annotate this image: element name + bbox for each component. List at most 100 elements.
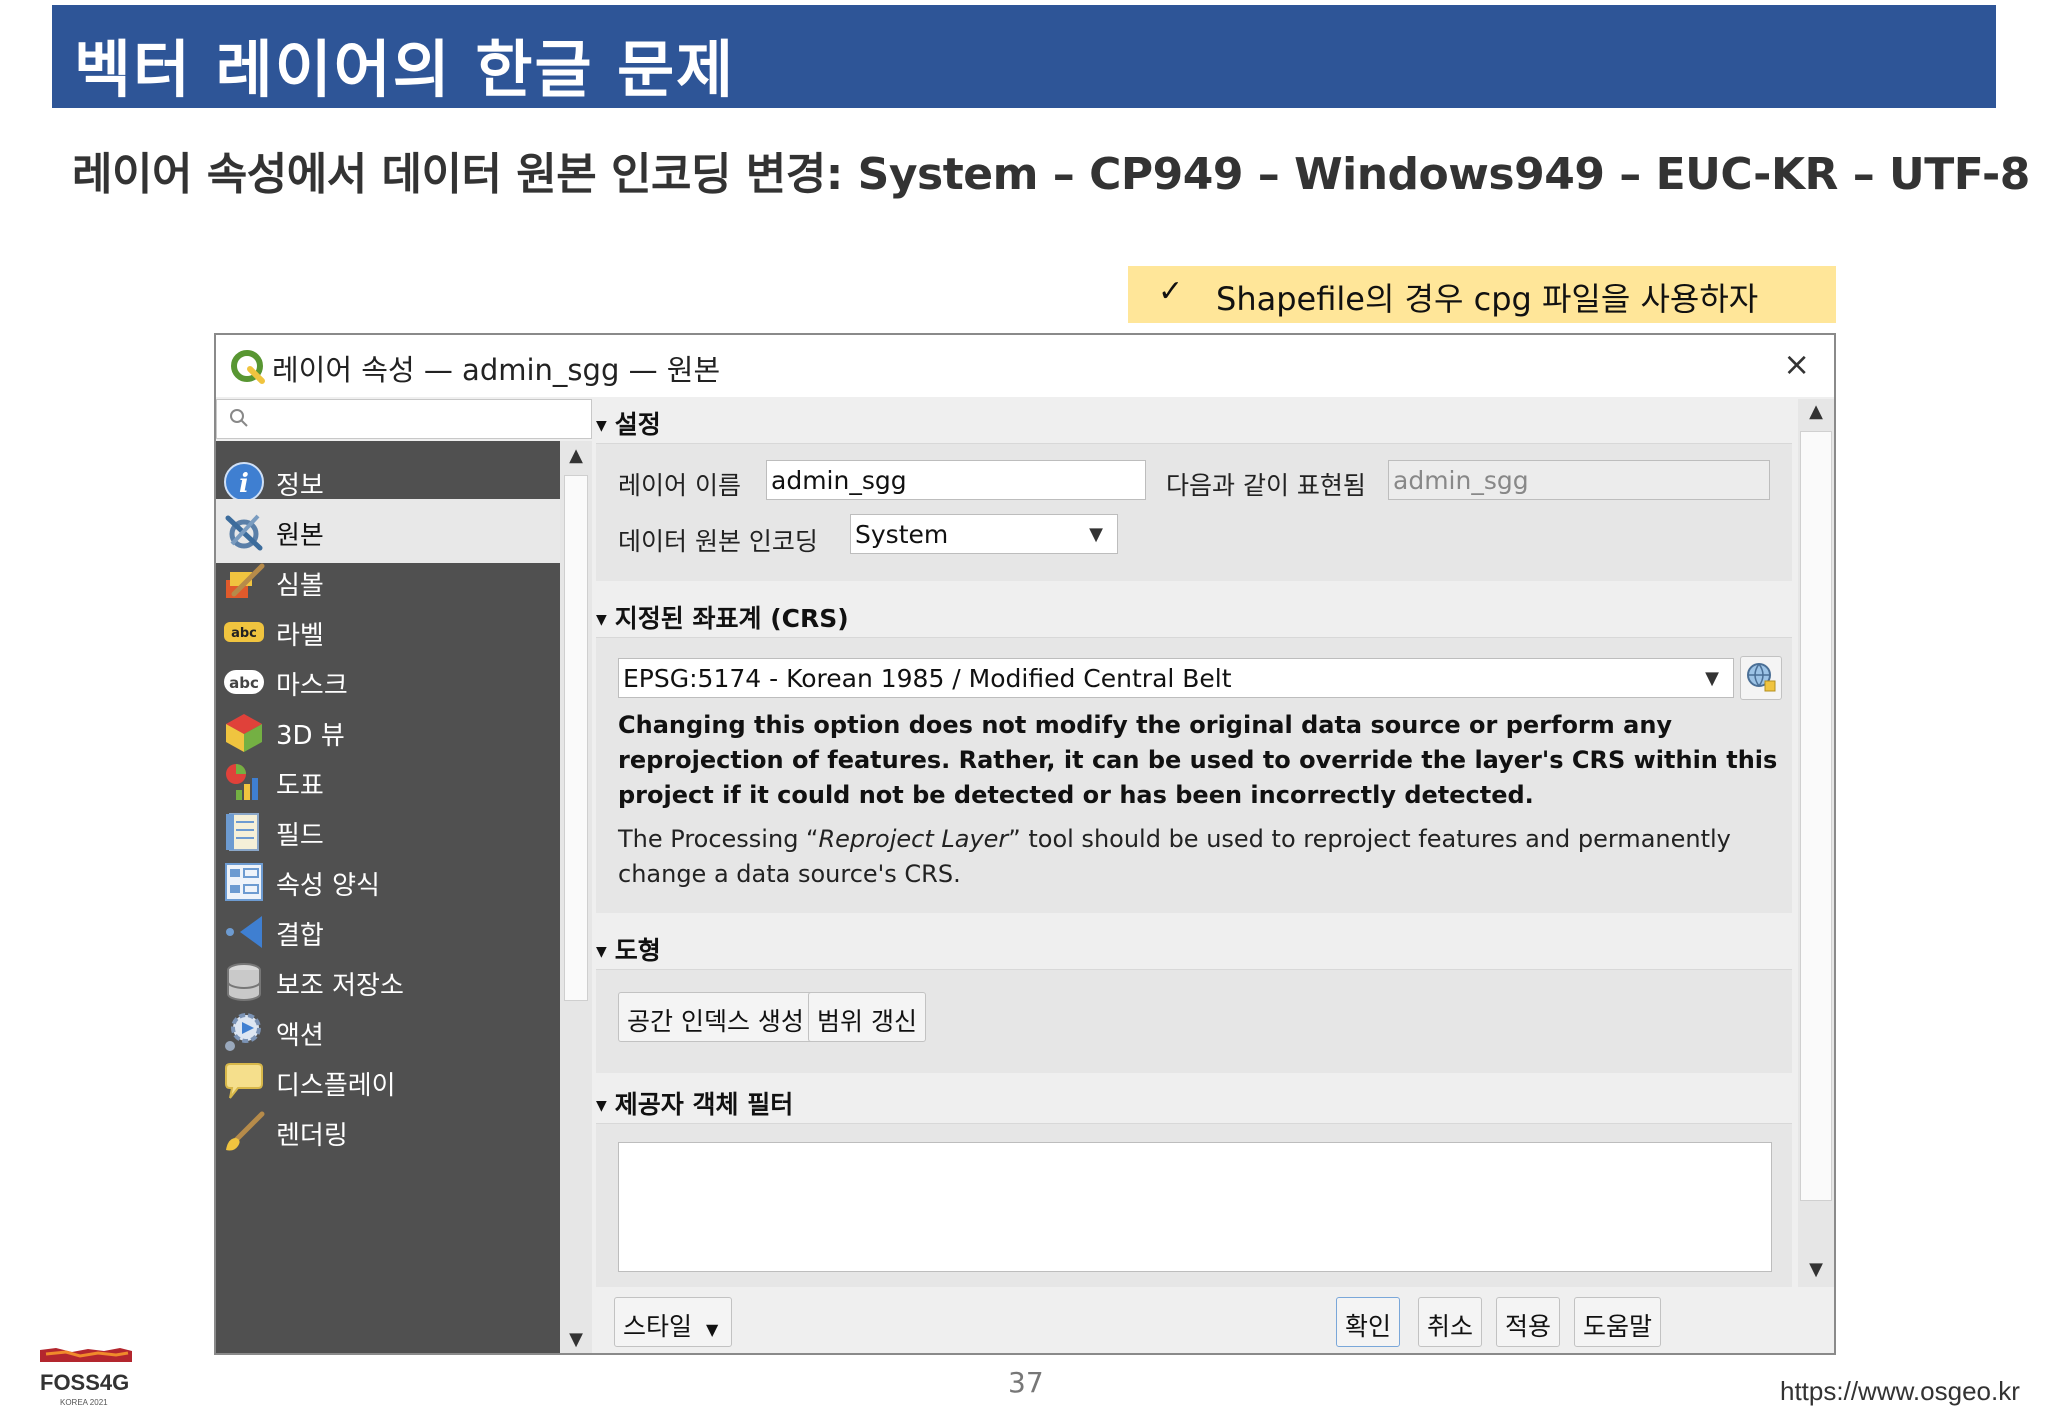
info-text-part: The Processing “: [618, 825, 819, 853]
info-icon: i: [224, 462, 264, 502]
sidebar-item-label: 필드: [276, 821, 324, 851]
page-number: 37: [1008, 1366, 1044, 1399]
crs-select[interactable]: EPSG:5174 - Korean 1985 / Modified Centr…: [618, 658, 1734, 698]
svg-text:i: i: [239, 469, 249, 499]
display-tooltip-icon: [225, 1063, 263, 1099]
auxiliary-storage-icon: [227, 963, 261, 1001]
slide-title: 벡터 레이어의 한글 문제: [74, 33, 736, 106]
content-scrollbar[interactable]: ▲ ▼: [1798, 399, 1834, 1287]
crs-info-text: The Processing “Reproject Layer” tool sh…: [618, 822, 1778, 892]
search-icon: [230, 409, 248, 427]
section-geometry-body: 공간 인덱스 생성 범위 갱신: [596, 969, 1792, 1073]
symbology-brush-icon: [226, 563, 265, 598]
scroll-up-arrow-icon[interactable]: ▲: [1800, 401, 1832, 422]
reproject-layer-tool-name: Reproject Layer: [818, 825, 1009, 853]
sidebar-item-label: 보조 저장소: [276, 971, 404, 1001]
slide-title-bar: 벡터 레이어의 한글 문제: [52, 5, 1996, 108]
cancel-button[interactable]: 취소: [1418, 1297, 1483, 1347]
scroll-down-arrow-icon[interactable]: ▼: [1800, 1259, 1832, 1280]
section-crs-header[interactable]: ▼ 지정된 좌표계 (CRS): [596, 599, 849, 635]
help-button[interactable]: 도움말: [1574, 1297, 1662, 1347]
svg-text:abc: abc: [231, 626, 257, 641]
globe-crs-icon: [1747, 663, 1776, 692]
dialog-button-bar: 스타일 ▼ 확인 취소 적용 도움말: [592, 1287, 1834, 1353]
attributes-form-icon: [225, 863, 263, 901]
source-tools-icon: [225, 514, 263, 551]
crs-selected-value: EPSG:5174 - Korean 1985 / Modified Centr…: [623, 664, 1232, 693]
sidebar-item-label: 도표: [276, 771, 324, 801]
collapse-triangle-icon: ▼: [596, 944, 607, 960]
svg-text:abc: abc: [229, 674, 259, 692]
sidebar-item-label: 마스크: [276, 671, 348, 701]
encoding-selected-value: System: [855, 520, 949, 549]
diagram-icon: [226, 764, 258, 800]
source-settings-panel: ▼ 설정 레이어 이름 admin_sgg 다음과 같이 표현됨 admin_sg…: [596, 399, 1804, 1287]
note-text: Shapefile의 경우 cpg 파일을 사용하자: [1216, 280, 1759, 318]
layer-name-label: 레이어 이름: [618, 471, 741, 500]
labels-abc-icon: abc: [224, 622, 264, 642]
scroll-up-arrow-icon[interactable]: ▲: [560, 445, 592, 466]
update-extents-button[interactable]: 범위 갱신: [808, 992, 926, 1042]
sidebar-item-label: 라벨: [276, 621, 324, 651]
sidebar-item-label: 액션: [276, 1021, 324, 1051]
ok-button[interactable]: 확인: [1336, 1297, 1401, 1347]
chevron-down-icon: ▼: [705, 1320, 719, 1339]
chevron-down-icon: ▼: [1705, 668, 1719, 689]
provider-filter-textarea[interactable]: [618, 1142, 1772, 1272]
encoding-select[interactable]: System ▼: [850, 514, 1118, 554]
collapse-triangle-icon: ▼: [596, 612, 607, 628]
qgis-logo-icon: [231, 350, 265, 384]
create-spatial-index-button[interactable]: 공간 인덱스 생성: [618, 992, 813, 1042]
sidebar-item-label: 심볼: [276, 571, 324, 601]
chevron-down-icon: ▼: [1089, 524, 1103, 545]
section-provider-filter-header[interactable]: ▼ 제공자 객체 필터: [596, 1085, 793, 1121]
sidebar-item-label: 속성 양식: [276, 871, 380, 901]
collapse-triangle-icon: ▼: [596, 1098, 607, 1114]
section-title: 설정: [614, 410, 661, 439]
joins-icon: [226, 916, 262, 948]
scroll-down-arrow-icon[interactable]: ▼: [560, 1329, 592, 1350]
crs-selector-button[interactable]: [1740, 656, 1782, 700]
rendering-brush-icon: [226, 1111, 265, 1151]
sidebar-item-label: 디스플레이: [276, 1071, 396, 1101]
content-scroll-thumb[interactable]: [1800, 431, 1832, 1201]
checkmark-icon: ✓: [1158, 274, 1184, 309]
displayed-as-input: admin_sgg: [1388, 460, 1770, 500]
sidebar-item-label: 정보: [276, 471, 324, 501]
actions-gear-icon: [225, 1013, 261, 1051]
dialog-title: 레이어 속성 — admin_sgg — 원본: [272, 353, 721, 387]
sidebar-item-label: 결합: [276, 921, 324, 951]
sidebar-item-label: 렌더링: [276, 1121, 348, 1151]
foss4g-logo-text: FOSS4G: [40, 1370, 130, 1395]
sidebar: i 정보 원본 심볼 abc 라벨 abc 마스크 3D 뷰 도표 필드 속성 …: [216, 441, 560, 1353]
sidebar-search-input[interactable]: [216, 399, 592, 439]
section-title: 제공자 객체 필터: [614, 1090, 794, 1119]
mask-abc-icon: abc: [224, 670, 264, 694]
section-settings-header[interactable]: ▼ 설정: [596, 405, 661, 441]
apply-button[interactable]: 적용: [1496, 1297, 1561, 1347]
fields-icon: [226, 813, 259, 851]
close-icon[interactable]: ×: [1783, 345, 1810, 383]
sidebar-scroll-thumb[interactable]: [564, 475, 588, 1001]
crs-warning-text: Changing this option does not modify the…: [618, 711, 1778, 809]
sidebar-item-label: 원본: [276, 521, 324, 551]
style-menu-button[interactable]: 스타일 ▼: [614, 1297, 732, 1347]
sidebar-scrollbar[interactable]: ▲ ▼: [560, 441, 592, 1353]
displayed-as-label: 다음과 같이 표현됨: [1166, 471, 1366, 500]
section-geometry-header[interactable]: ▼ 도형: [596, 931, 661, 967]
section-settings-body: 레이어 이름 admin_sgg 다음과 같이 표현됨 admin_sgg 데이…: [596, 443, 1792, 581]
collapse-triangle-icon: ▼: [596, 418, 607, 434]
section-crs-body: EPSG:5174 - Korean 1985 / Modified Centr…: [596, 637, 1792, 913]
style-button-label: 스타일: [623, 1312, 693, 1341]
sidebar-item-label: 3D 뷰: [276, 721, 345, 751]
footer-url-link[interactable]: https://www.osgeo.kr: [1780, 1376, 2020, 1407]
layer-name-input[interactable]: admin_sgg: [766, 460, 1146, 500]
layer-properties-dialog: 레이어 속성 — admin_sgg — 원본 × i 정보 원본 심볼 abc…: [214, 333, 1836, 1355]
note-callout: ✓ Shapefile의 경우 cpg 파일을 사용하자: [1128, 266, 1836, 323]
sidebar-item-rendering[interactable]: 렌더링: [216, 1099, 560, 1163]
section-title: 지정된 좌표계 (CRS): [614, 604, 849, 633]
dialog-titlebar: 레이어 속성 — admin_sgg — 원본 ×: [216, 335, 1834, 397]
foss4g-logo-subtext: KOREA 2021: [60, 1398, 108, 1407]
encoding-label: 데이터 원본 인코딩: [618, 527, 818, 556]
slide-subtitle: 레이어 속성에서 데이터 원본 인코딩 변경: System – CP949 –…: [72, 149, 2030, 200]
